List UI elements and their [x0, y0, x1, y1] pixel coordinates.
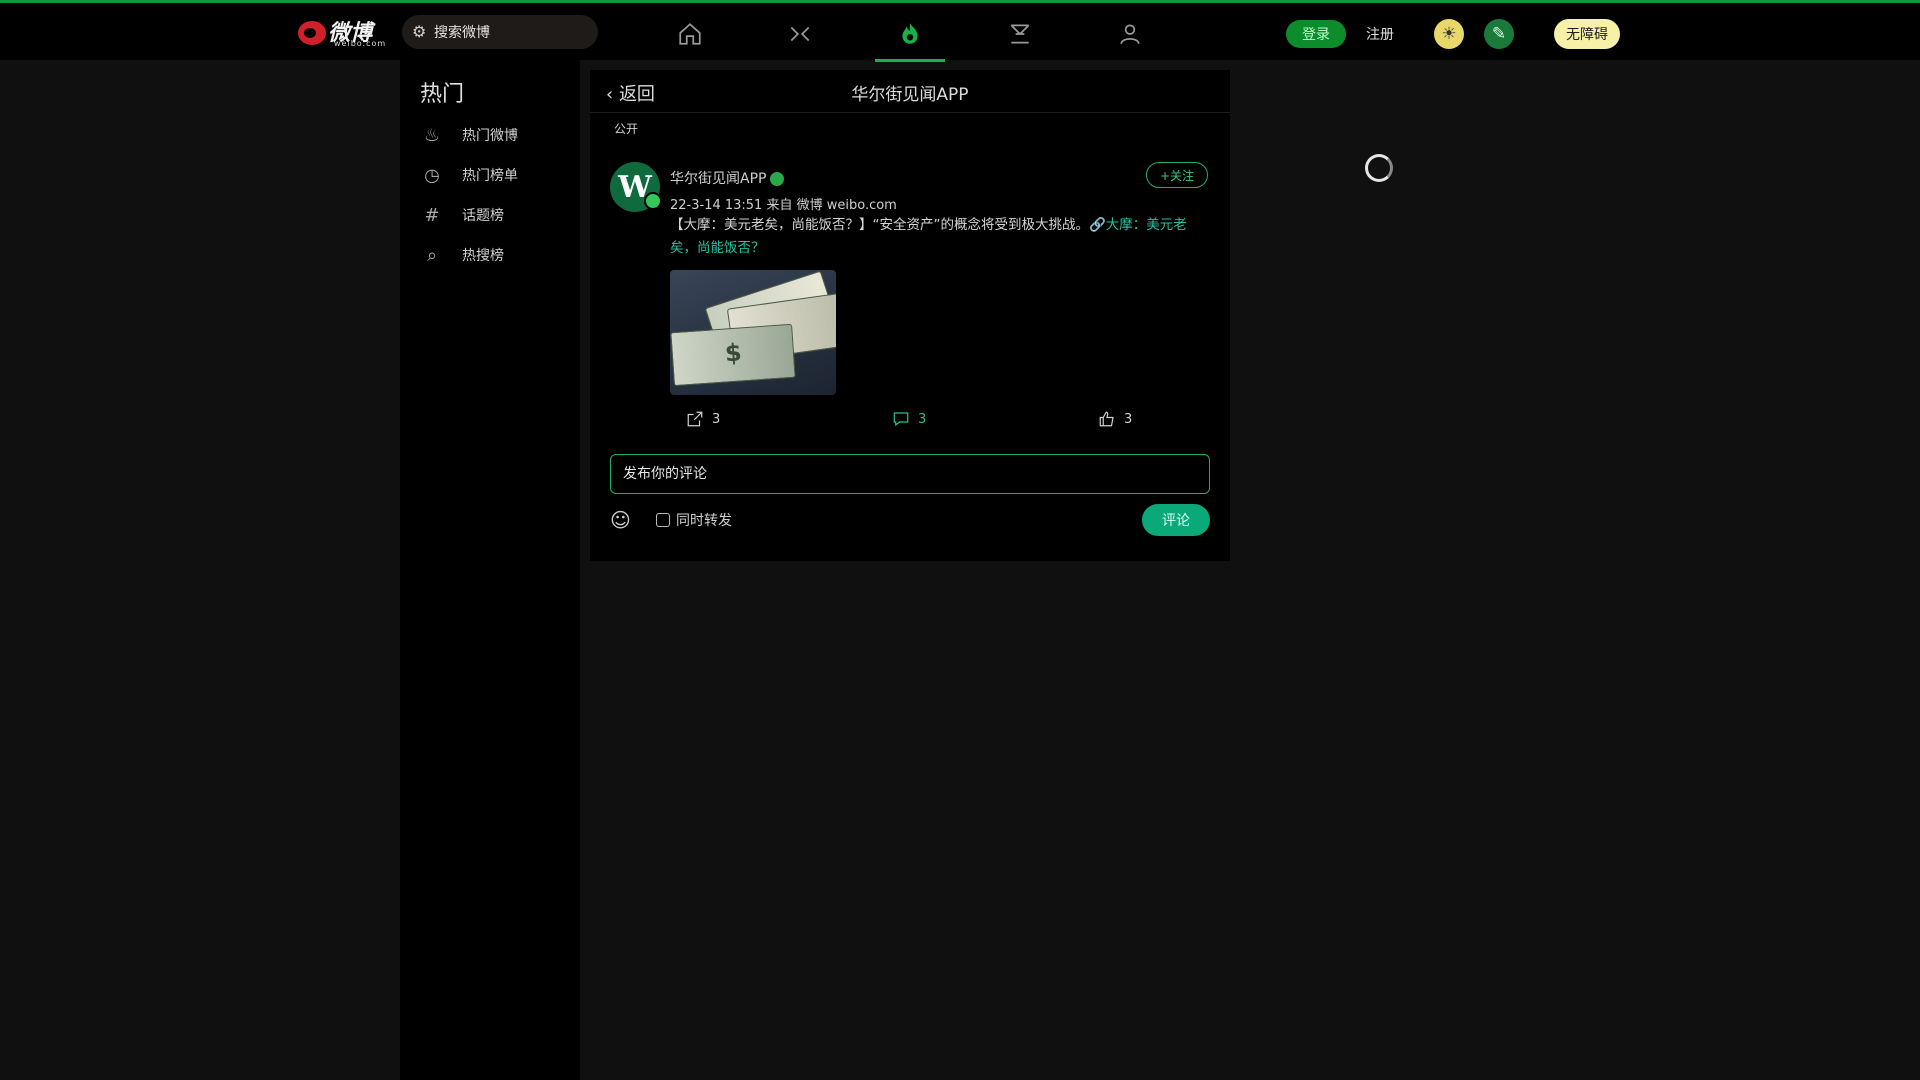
vip-icon: [770, 172, 785, 186]
checkbox-square: [656, 513, 670, 527]
post-meta: 22-3-14 13:51 来自 微博 weibo.com: [670, 198, 897, 213]
top-nav-bar: 微博 weibo.com ⚙ 登录 注册 ☀ ✎ 无障碍: [0, 3, 1920, 62]
nav-message[interactable]: [990, 6, 1050, 62]
theme-toggle-button[interactable]: ☀: [1434, 19, 1464, 49]
weibo-logo[interactable]: 微博 weibo.com: [298, 15, 388, 49]
panel-header: ‹ 返回 华尔街见闻APP: [590, 70, 1230, 113]
accessibility-button[interactable]: 无障碍: [1554, 19, 1620, 49]
like-count: 3: [1124, 411, 1133, 427]
message-icon: [1010, 24, 1030, 44]
repost-icon: [687, 411, 703, 427]
comment-input[interactable]: [611, 455, 1195, 493]
sidebar-item-topics[interactable]: # 话题榜: [420, 200, 570, 230]
search-icon: ⌕: [426, 244, 438, 266]
sidebar-title: 热门: [420, 82, 465, 107]
hashtag-icon: #: [424, 204, 440, 226]
sidebar-item-hot-search[interactable]: ⌕ 热搜榜: [420, 240, 570, 270]
edit-icon: ✎: [1491, 24, 1507, 44]
dollar-bill: [670, 323, 796, 387]
sidebar-item-label: 话题榜: [462, 208, 504, 224]
comment-box[interactable]: [610, 454, 1210, 494]
search-box[interactable]: ⚙: [402, 15, 598, 49]
repost-button[interactable]: 3: [686, 410, 720, 428]
repost-count: 3: [712, 411, 721, 427]
author-name-text: 华尔街见闻APP: [670, 171, 767, 187]
sidebar-item-label: 热搜榜: [462, 248, 504, 264]
post-text: 【大摩：美元老矣，尚能饭否？】“安全资产”的概念将受到极大挑战。: [670, 217, 1089, 233]
clock-icon: ◷: [424, 164, 440, 186]
follow-button[interactable]: +关注: [1146, 162, 1208, 188]
search-input[interactable]: [432, 22, 586, 44]
also-repost-checkbox[interactable]: 同时转发: [656, 510, 732, 530]
submit-comment-button[interactable]: 评论: [1142, 504, 1210, 536]
thumbs-up-icon: [1099, 411, 1114, 427]
verified-badge-icon: [644, 192, 662, 210]
sidebar-item-label: 热门榜单: [462, 168, 518, 184]
like-button[interactable]: 3: [1098, 410, 1132, 428]
logo-subtext: weibo.com: [334, 39, 387, 48]
comment-count: 3: [918, 411, 927, 427]
profile-icon: [1120, 24, 1140, 45]
emoji-button[interactable]: ☺: [610, 508, 631, 532]
nav-video[interactable]: [770, 6, 830, 62]
sidebar-item-label: 热门微博: [462, 128, 518, 144]
home-icon: [679, 23, 701, 45]
also-repost-label: 同时转发: [676, 513, 732, 529]
page-title: 华尔街见闻APP: [851, 85, 969, 105]
nav-hot[interactable]: [875, 6, 945, 62]
sidebar-item-hot-list[interactable]: ◷ 热门榜单: [420, 160, 570, 190]
post-image[interactable]: [670, 270, 836, 395]
visibility-label: 公开: [614, 122, 639, 136]
comment-count-button[interactable]: 3: [892, 410, 926, 428]
hot-fire-icon: [902, 23, 918, 44]
avatar[interactable]: W: [610, 162, 662, 212]
register-link[interactable]: 注册: [1366, 24, 1394, 44]
nav-profile[interactable]: [1100, 6, 1160, 62]
fire-icon: ♨: [423, 124, 441, 146]
loading-spinner-icon: [1365, 154, 1393, 182]
smiley-icon: ☺: [610, 508, 631, 532]
author-name[interactable]: 华尔街见闻APP: [670, 168, 785, 188]
compose-button[interactable]: ✎: [1484, 19, 1514, 49]
sidebar-item-hot-weibo[interactable]: ♨ 热门微博: [420, 120, 570, 150]
weibo-eye-icon: [298, 21, 326, 45]
sidebar: 热门 ♨ 热门微博 ◷ 热门榜单 # 话题榜 ⌕ 热搜榜: [400, 60, 580, 1080]
video-icon: [790, 26, 810, 42]
post-actions: 3 3 3: [590, 406, 1230, 436]
post-content: 【大摩：美元老矣，尚能饭否？】“安全资产”的概念将受到极大挑战。🔗大摩：美元老矣…: [670, 214, 1210, 260]
login-button[interactable]: 登录: [1286, 20, 1346, 48]
post-detail-panel: ‹ 返回 华尔街见闻APP 公开 W 华尔街见闻APP 22-3-14 13:5…: [590, 70, 1230, 561]
search-icon: ⚙: [412, 22, 427, 41]
comment-icon: [893, 412, 909, 427]
sun-icon: ☀: [1441, 24, 1457, 44]
nav-home[interactable]: [660, 6, 720, 62]
